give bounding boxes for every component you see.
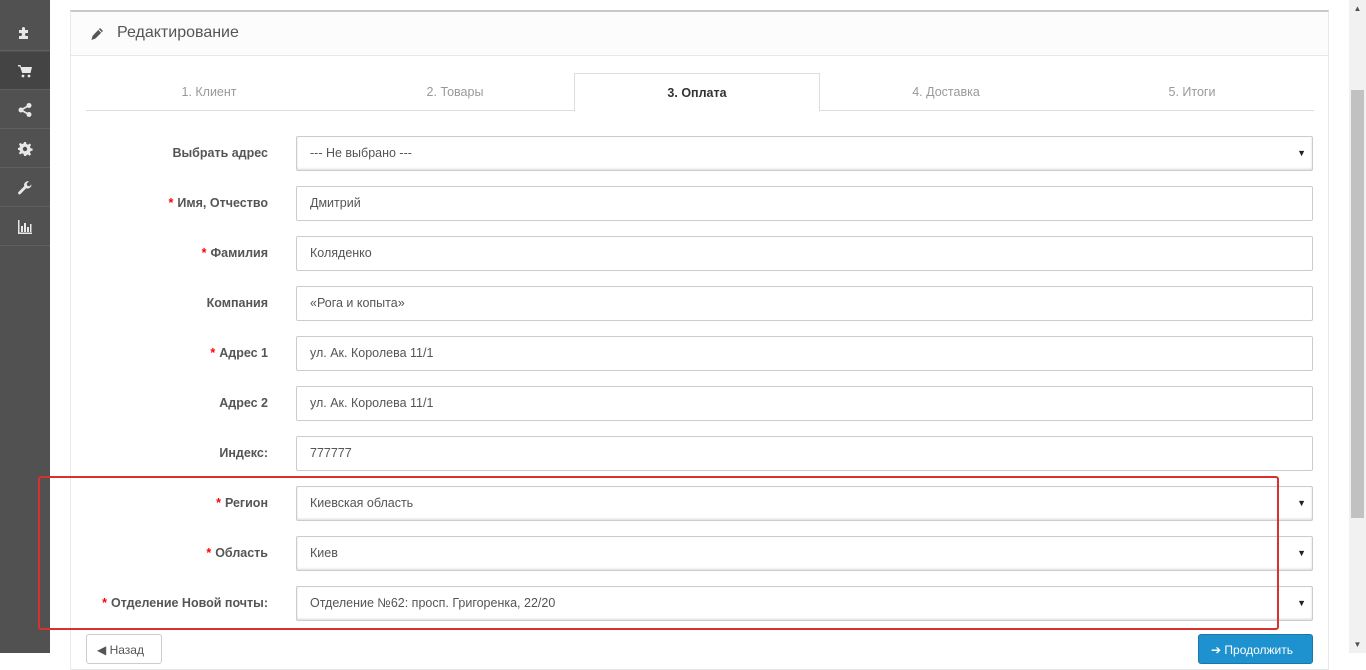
form-row-address-select: Выбрать адрес --- Не выбрано --- ▼ (71, 136, 1330, 171)
tab-totals[interactable]: 5. Итоги (1069, 73, 1315, 111)
lastname-label: * Фамилия (201, 246, 268, 260)
sidebar-item-sales[interactable] (0, 52, 50, 90)
form-row-firstname: * Имя, Отчество Дмитрий (71, 186, 1330, 221)
sidebar-item-extensions[interactable] (0, 13, 50, 51)
scrollbar-thumb[interactable] (1351, 90, 1364, 518)
arrow-left-icon: ◀ (97, 643, 110, 657)
address-select[interactable]: --- Не выбрано --- ▼ (296, 136, 1313, 171)
back-button[interactable]: ◀ Назад (86, 634, 162, 664)
firstname-input[interactable]: Дмитрий (296, 186, 1313, 221)
chevron-down-icon: ▼ (1297, 548, 1306, 558)
form-row-postcode: Индекс: 777777 (71, 436, 1330, 471)
chevron-down-icon: ▼ (1297, 498, 1306, 508)
lastname-input[interactable]: Коляденко (296, 236, 1313, 271)
form-row-lastname: * Фамилия Коляденко (71, 236, 1330, 271)
scroll-down-arrow[interactable]: ▼ (1349, 636, 1366, 653)
sidebar-item-tools[interactable] (0, 169, 50, 207)
panel-title: Редактирование (117, 24, 239, 41)
share-icon (18, 102, 32, 117)
tab-customer[interactable]: 1. Клиент (86, 73, 332, 111)
postcode-label: Индекс: (219, 446, 268, 460)
form-row-address1: * Адрес 1 ул. Ак. Королева 11/1 (71, 336, 1330, 371)
wrench-icon (18, 180, 32, 194)
gear-icon (18, 141, 33, 156)
form-row-address2: Адрес 2 ул. Ак. Королева 11/1 (71, 386, 1330, 421)
sidebar-item-settings[interactable] (0, 130, 50, 168)
arrow-right-icon: ➔ (1211, 643, 1225, 657)
highlight-box (38, 476, 1279, 630)
sidebar-item-marketing[interactable] (0, 91, 50, 129)
order-tabs: 1. Клиент 2. Товары 3. Оплата 4. Доставк… (86, 73, 1315, 112)
scroll-up-arrow[interactable]: ▲ (1349, 0, 1366, 17)
address1-label: * Адрес 1 (210, 346, 268, 360)
company-label: Компания (206, 296, 268, 310)
sidebar-item-reports[interactable] (0, 208, 50, 246)
chevron-down-icon: ▼ (1297, 148, 1306, 158)
address2-input[interactable]: ул. Ак. Королева 11/1 (296, 386, 1313, 421)
continue-button[interactable]: ➔ Продолжить (1198, 634, 1313, 664)
tab-shipping[interactable]: 4. Доставка (823, 73, 1069, 111)
cart-icon (18, 64, 32, 77)
puzzle-icon (19, 26, 28, 39)
form-row-company: Компания «Рога и копыта» (71, 286, 1330, 321)
address1-input[interactable]: ул. Ак. Королева 11/1 (296, 336, 1313, 371)
address2-label: Адрес 2 (219, 396, 268, 410)
company-input[interactable]: «Рога и копыта» (296, 286, 1313, 321)
tab-payment[interactable]: 3. Оплата (574, 73, 820, 112)
tab-products[interactable]: 2. Товары (332, 73, 578, 111)
chevron-down-icon: ▼ (1297, 598, 1306, 608)
panel-heading: Редактирование (71, 12, 1328, 56)
address-select-label: Выбрать адрес (172, 146, 268, 160)
postcode-input[interactable]: 777777 (296, 436, 1313, 471)
bar-chart-icon (18, 219, 32, 234)
firstname-label: * Имя, Отчество (168, 196, 268, 210)
pencil-icon (91, 28, 103, 40)
